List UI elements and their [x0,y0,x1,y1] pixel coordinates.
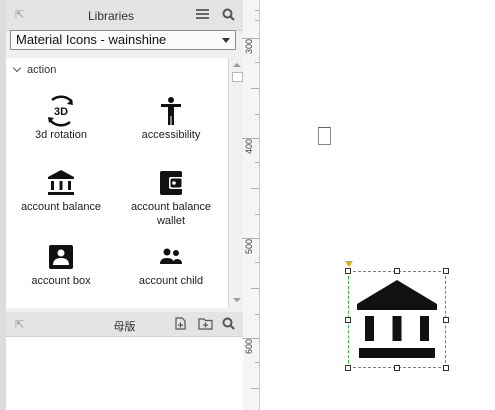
item-label: accessibility [141,129,201,141]
ruler-tick [255,214,259,215]
account-balance-icon [357,280,437,358]
selected-widget-account-balance[interactable] [348,271,446,368]
ruler-tick [251,288,259,289]
3d-rotation-icon: 3D [48,95,73,127]
account-balance-wallet-icon [160,171,183,195]
account-box-icon [49,245,73,269]
ruler-tick [255,114,259,115]
libraries-panel-header: ⇱ Libraries [6,0,243,31]
ruler-tick [255,362,259,363]
library-item-account-box[interactable]: account box [6,240,116,288]
ruler-tick [251,388,259,389]
search-icon[interactable] [222,317,235,333]
scroll-up-arrow-icon[interactable] [233,63,241,67]
resize-handle-top-left[interactable] [345,268,351,274]
library-item-3d-rotation[interactable]: 3D 3d rotation [6,94,116,142]
library-item-account-child[interactable]: account child [116,240,226,288]
add-master-icon[interactable] [173,317,187,333]
account-balance-icon [48,170,74,195]
rotation-anchor-icon[interactable] [345,261,353,267]
resize-handle-bottom-right[interactable] [443,365,449,371]
ruler-tick [255,162,259,163]
library-item-account-balance[interactable]: account balance [6,166,116,214]
resize-handle-bottom-left[interactable] [345,365,351,371]
resize-handle-top[interactable] [394,268,400,274]
ruler-label: 300 [244,38,254,54]
ruler-tick [251,188,259,189]
ruler-label: 600 [244,338,254,354]
masters-panel: ⇱ 母版 [6,312,244,410]
library-select-value: Material Icons - wainshine [16,32,167,47]
ruler-tick [255,10,259,11]
ruler-label: 400 [244,138,254,154]
section-header-action[interactable]: action [12,63,57,76]
libraries-panel-title: Libraries [87,9,135,23]
ruler-tick [255,62,259,63]
resize-handle-bottom[interactable] [394,365,400,371]
item-label: account box [31,275,91,287]
item-label: 3d rotation [35,129,87,141]
add-folder-icon[interactable] [198,317,213,333]
ruler-tick [255,262,259,263]
item-label: account child [138,275,204,287]
account-child-icon [160,248,182,264]
chevron-down-icon [12,63,22,73]
accessibility-icon [161,97,181,125]
svg-text:3D: 3D [54,106,68,118]
design-canvas[interactable] [260,0,495,410]
ruler-tick [255,314,259,315]
item-label: account balance [20,201,102,213]
library-item-account-balance-wallet[interactable]: account balance wallet [116,166,226,228]
library-item-accessibility[interactable]: accessibility [116,94,226,142]
library-scrollbar[interactable] [228,58,244,308]
section-label: action [27,64,57,76]
libraries-panel: ⇱ Libraries Material Icons - wainshine a… [6,0,244,312]
ruler-tick [251,88,259,89]
library-items-area: action 3D 3d rotation accessibility acco… [6,58,228,308]
ruler-tick [255,20,259,21]
library-select[interactable]: Material Icons - wainshine [10,30,236,50]
ruler-label: 500 [244,238,254,254]
scrollbar-thumb[interactable] [232,72,243,82]
resize-handle-left[interactable] [345,317,351,323]
masters-panel-header: ⇱ 母版 [6,312,243,337]
chevron-down-icon [222,38,230,43]
resize-handle-right[interactable] [443,317,449,323]
scroll-down-arrow-icon[interactable] [233,298,241,302]
search-icon[interactable] [222,8,235,24]
vertical-ruler: 300 400 500 600 [242,0,260,410]
item-label: account balance wallet [130,201,212,227]
resize-handle-top-right[interactable] [443,268,449,274]
hamburger-menu-icon[interactable] [196,8,209,23]
canvas-rectangle-widget[interactable] [318,127,331,145]
